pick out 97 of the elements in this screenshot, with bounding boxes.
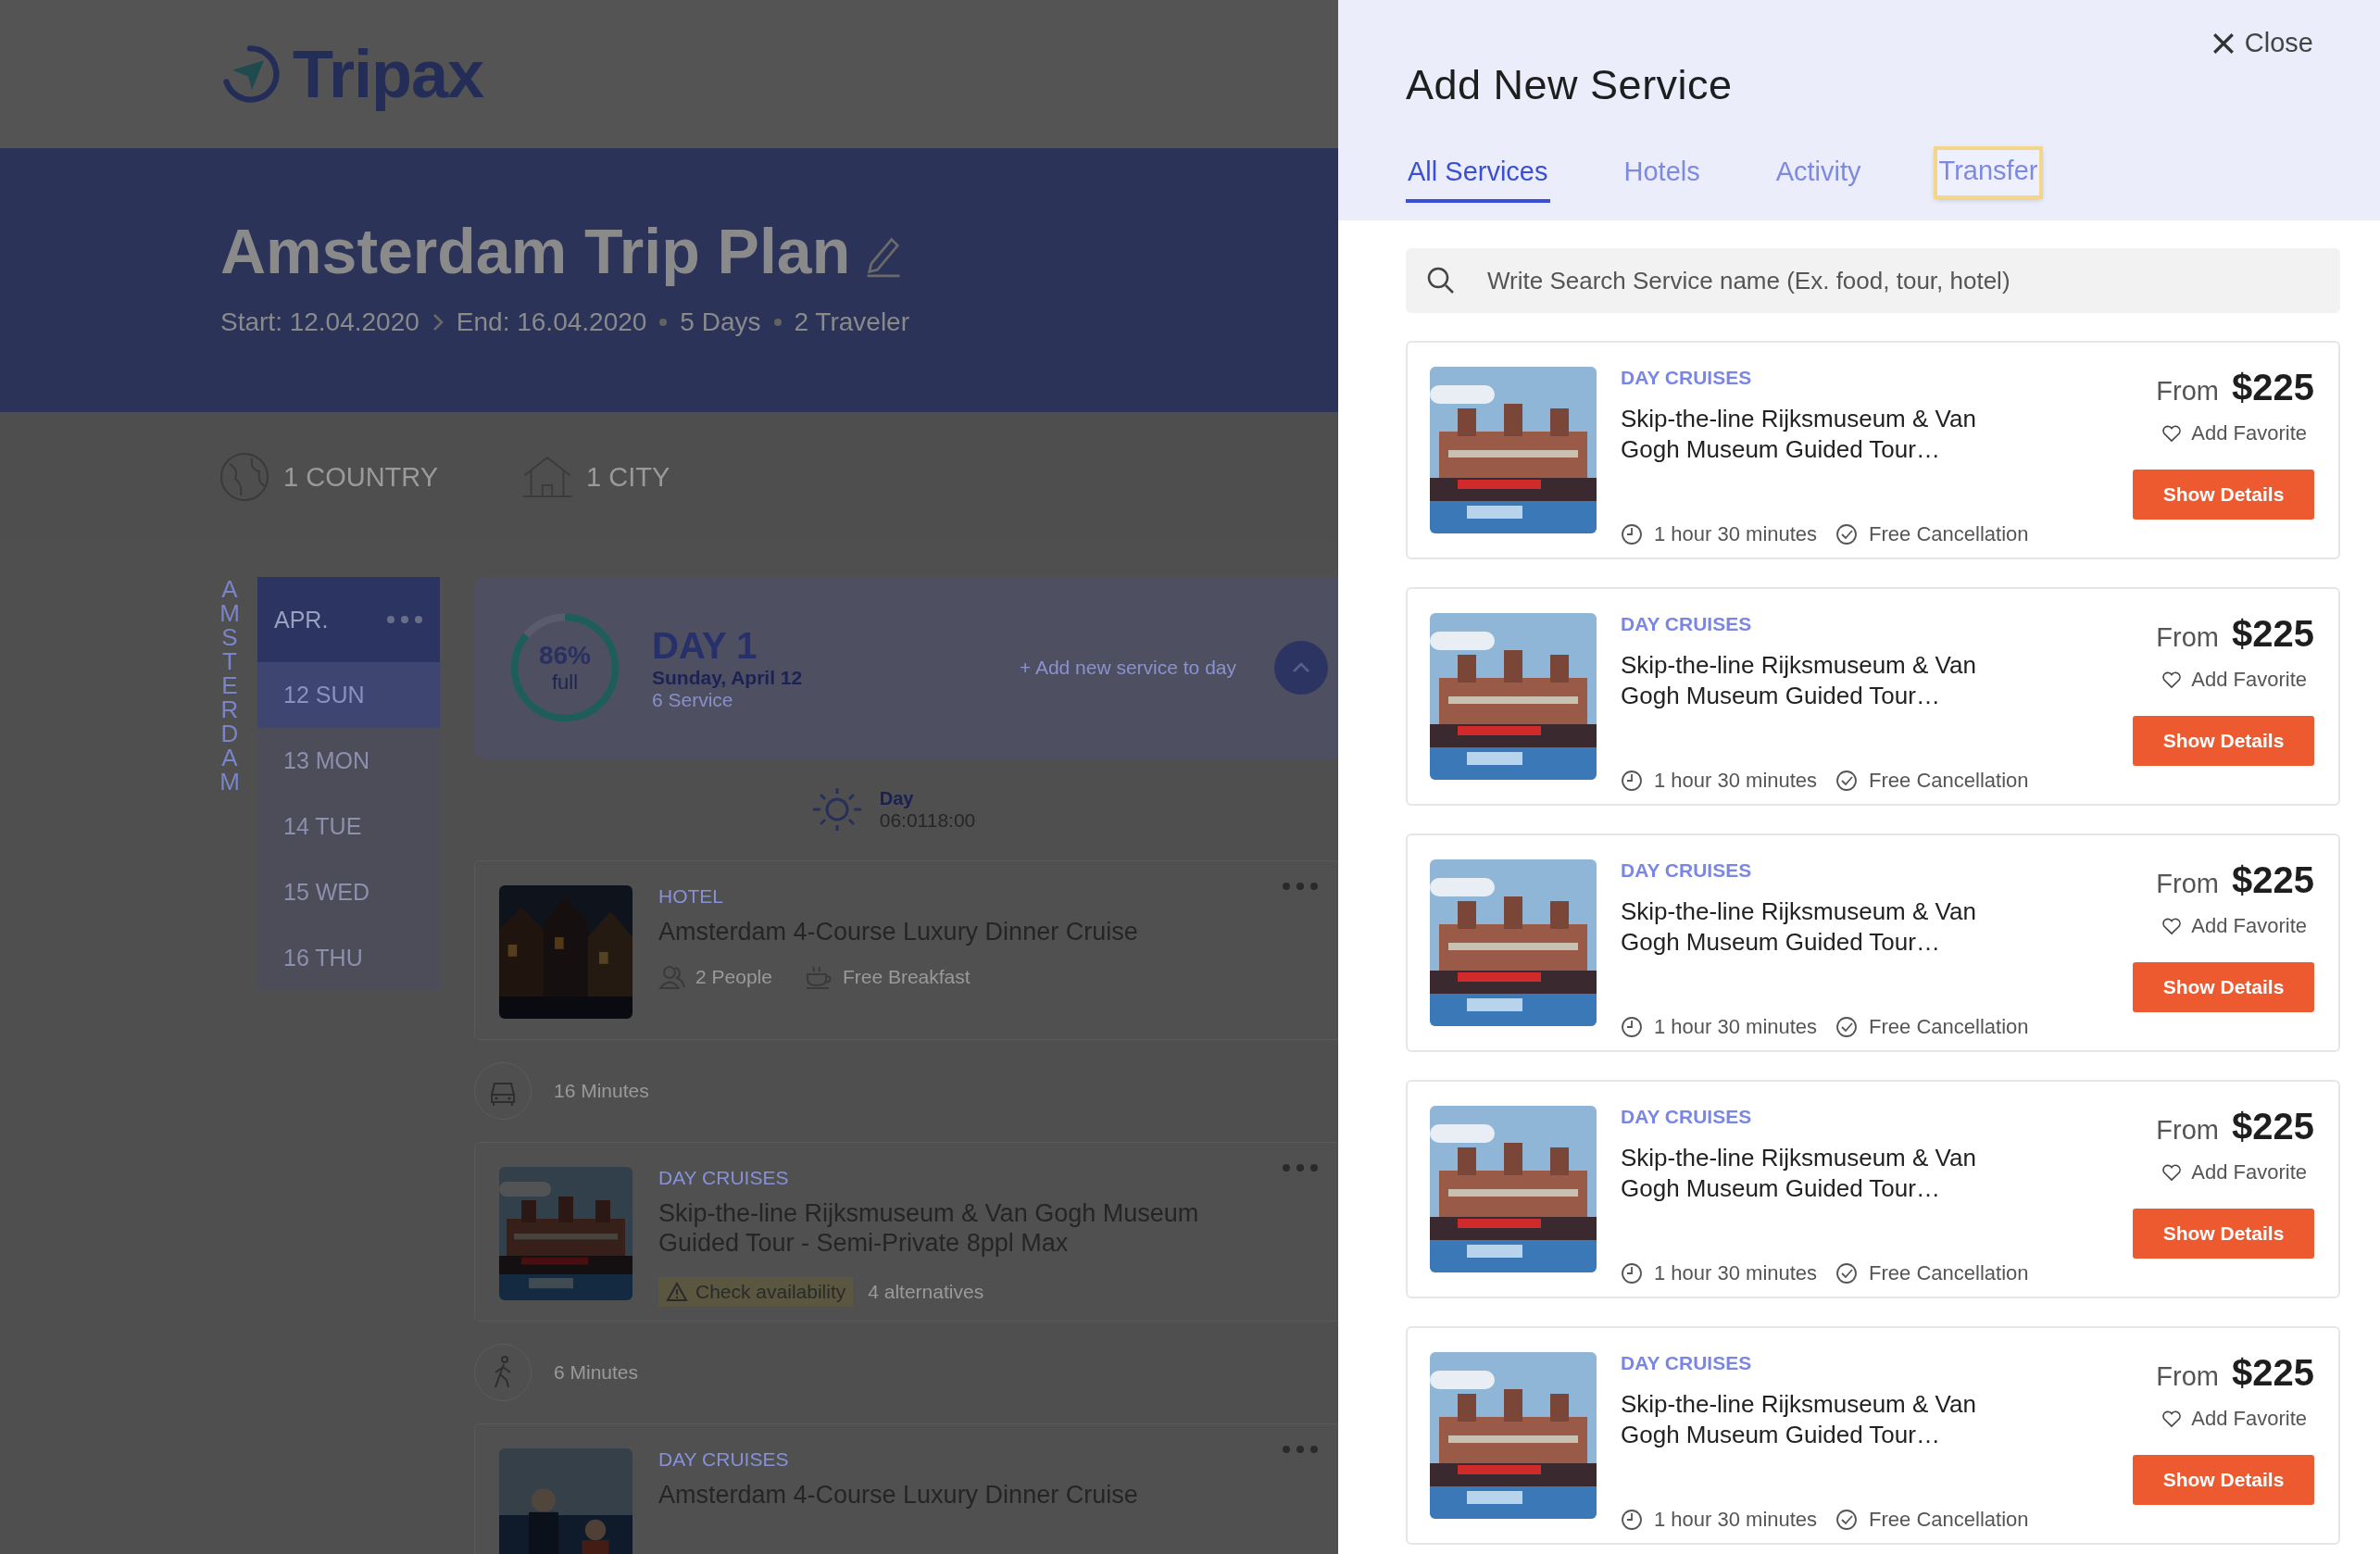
add-favorite-link[interactable]: Add Favorite bbox=[2161, 668, 2307, 692]
clock-icon bbox=[1621, 1262, 1643, 1285]
duration-text: 1 hour 30 minutes bbox=[1654, 769, 1818, 793]
close-button[interactable]: Close bbox=[2207, 24, 2317, 62]
heart-icon bbox=[2161, 424, 2183, 443]
search-field[interactable]: Write Search Service name (Ex. food, tour, hotel) bbox=[1406, 248, 2340, 313]
price-prefix: From bbox=[2156, 376, 2219, 407]
clock-icon bbox=[1621, 523, 1643, 545]
add-favorite-link[interactable]: Add Favorite bbox=[2161, 914, 2307, 938]
show-details-button[interactable]: Show Details bbox=[2133, 470, 2314, 520]
add-favorite-link[interactable]: Add Favorite bbox=[2161, 1160, 2307, 1184]
panel-title: Add New Service bbox=[1406, 61, 1733, 109]
trip-travelers: 2 Traveler bbox=[794, 307, 909, 337]
more-icon[interactable] bbox=[1282, 882, 1319, 891]
calendar-day[interactable]: 12 SUN bbox=[257, 662, 440, 728]
warning-icon bbox=[666, 1281, 688, 1302]
cancellation-text: Free Cancellation bbox=[1869, 1261, 2029, 1285]
trip-days: 5 Days bbox=[680, 307, 761, 337]
tab[interactable]: Activity bbox=[1773, 148, 1863, 203]
service-category: DAY CRUISES bbox=[1621, 859, 1753, 882]
more-icon[interactable] bbox=[1282, 1163, 1319, 1172]
close-icon bbox=[2211, 31, 2236, 56]
cancellation-text: Free Cancellation bbox=[1869, 769, 2029, 793]
stat-label: 1 CITY bbox=[586, 461, 670, 493]
duration-text: 1 hour 30 minutes bbox=[1654, 522, 1818, 546]
price-prefix: From bbox=[2156, 1361, 2219, 1392]
price: $225 bbox=[2232, 1352, 2314, 1394]
calendar-day[interactable]: 15 WED bbox=[257, 859, 440, 925]
trip-title: Amsterdam Trip Plan bbox=[220, 215, 851, 287]
check-circle-icon bbox=[1835, 1016, 1859, 1038]
cancellation-text: Free Cancellation bbox=[1869, 1015, 2029, 1039]
transfer-duration: 6 Minutes bbox=[554, 1361, 639, 1384]
service-category: DAY CRUISES bbox=[1621, 1106, 1753, 1128]
heart-icon bbox=[2161, 917, 2183, 935]
check-circle-icon bbox=[1835, 1262, 1859, 1285]
service-category: DAY CRUISES bbox=[1621, 367, 1753, 389]
check-circle-icon bbox=[1835, 770, 1859, 792]
clock-icon bbox=[1621, 770, 1643, 792]
check-circle-icon bbox=[1835, 523, 1859, 545]
price: $225 bbox=[2232, 367, 2314, 408]
month-label: APR. bbox=[274, 606, 329, 633]
service-category: DAY CRUISES bbox=[1621, 613, 1753, 635]
service-category: DAY CRUISES bbox=[1621, 1352, 1753, 1374]
add-service-link[interactable]: + Add new service to day bbox=[1019, 657, 1236, 679]
service-category: DAY CRUISES bbox=[658, 1448, 790, 1471]
calendar-day[interactable]: 14 TUE bbox=[257, 794, 440, 859]
calendar-day[interactable]: 16 THU bbox=[257, 925, 440, 991]
price-prefix: From bbox=[2156, 869, 2219, 899]
show-details-button[interactable]: Show Details bbox=[2133, 1455, 2314, 1505]
cancellation-text: Free Cancellation bbox=[1869, 522, 2029, 546]
trip-start: Start: 12.04.2020 bbox=[220, 307, 420, 337]
heart-icon bbox=[2161, 1163, 2183, 1182]
chevron-icon bbox=[432, 313, 444, 332]
service-detail: 2 People bbox=[695, 966, 772, 989]
cancellation-text: Free Cancellation bbox=[1869, 1508, 2029, 1532]
alternatives-link[interactable]: 4 alternatives bbox=[868, 1280, 984, 1303]
heart-icon bbox=[2161, 670, 2183, 689]
price-prefix: From bbox=[2156, 622, 2219, 653]
show-details-button[interactable]: Show Details bbox=[2133, 962, 2314, 1012]
add-favorite-link[interactable]: Add Favorite bbox=[2161, 421, 2307, 445]
check-circle-icon bbox=[1835, 1509, 1859, 1531]
duration-text: 1 hour 30 minutes bbox=[1654, 1261, 1818, 1285]
service-detail: Free Breakfast bbox=[842, 966, 971, 989]
tab[interactable]: Transfer bbox=[1935, 148, 2042, 197]
show-details-button[interactable]: Show Details bbox=[2133, 1209, 2314, 1259]
calendar-day[interactable]: 13 MON bbox=[257, 728, 440, 794]
price: $225 bbox=[2232, 859, 2314, 901]
separator-dot bbox=[773, 319, 782, 326]
service-title: Skip-the-line Rijksmuseum & Van Gogh Museum Guided Tour… bbox=[1621, 896, 1977, 957]
add-favorite-link[interactable]: Add Favorite bbox=[2161, 1407, 2307, 1431]
heart-icon bbox=[2161, 1410, 2183, 1428]
separator-dot bbox=[659, 319, 668, 326]
trip-end: End: 16.04.2020 bbox=[456, 307, 647, 337]
service-title: Skip-the-line Rijksmuseum & Van Gogh Museum Guided Tour… bbox=[1621, 1389, 1977, 1449]
service-title: Skip-the-line Rijksmuseum & Van Gogh Museum Guided Tour… bbox=[1621, 404, 1977, 464]
clock-icon bbox=[1621, 1016, 1643, 1038]
more-icon[interactable] bbox=[1282, 1445, 1319, 1454]
service-title: Skip-the-line Rijksmuseum & Van Gogh Museum Guided Tour… bbox=[1621, 1143, 1977, 1203]
price: $225 bbox=[2232, 613, 2314, 655]
show-details-button[interactable]: Show Details bbox=[2133, 716, 2314, 766]
duration-text: 1 hour 30 minutes bbox=[1654, 1508, 1818, 1532]
collapse-button[interactable] bbox=[1273, 640, 1329, 696]
clock-icon bbox=[1621, 1509, 1643, 1531]
tab[interactable]: All Services bbox=[1406, 148, 1550, 203]
stat-label: 1 COUNTRY bbox=[283, 461, 439, 493]
city-label: AMSTERDAM bbox=[219, 577, 241, 797]
transfer-duration: 16 Minutes bbox=[554, 1080, 649, 1102]
price: $225 bbox=[2232, 1106, 2314, 1147]
service-count: 6 Service bbox=[652, 688, 734, 711]
service-category: DAY CRUISES bbox=[658, 1167, 790, 1189]
more-icon[interactable] bbox=[386, 615, 423, 624]
service-title: Skip-the-line Rijksmuseum & Van Gogh Museum Guided Tour… bbox=[1621, 650, 1977, 710]
search-icon bbox=[1426, 266, 1456, 295]
price-prefix: From bbox=[2156, 1115, 2219, 1146]
tab[interactable]: Hotels bbox=[1622, 148, 1702, 203]
service-category: HOTEL bbox=[658, 885, 724, 908]
duration-text: 1 hour 30 minutes bbox=[1654, 1015, 1818, 1039]
